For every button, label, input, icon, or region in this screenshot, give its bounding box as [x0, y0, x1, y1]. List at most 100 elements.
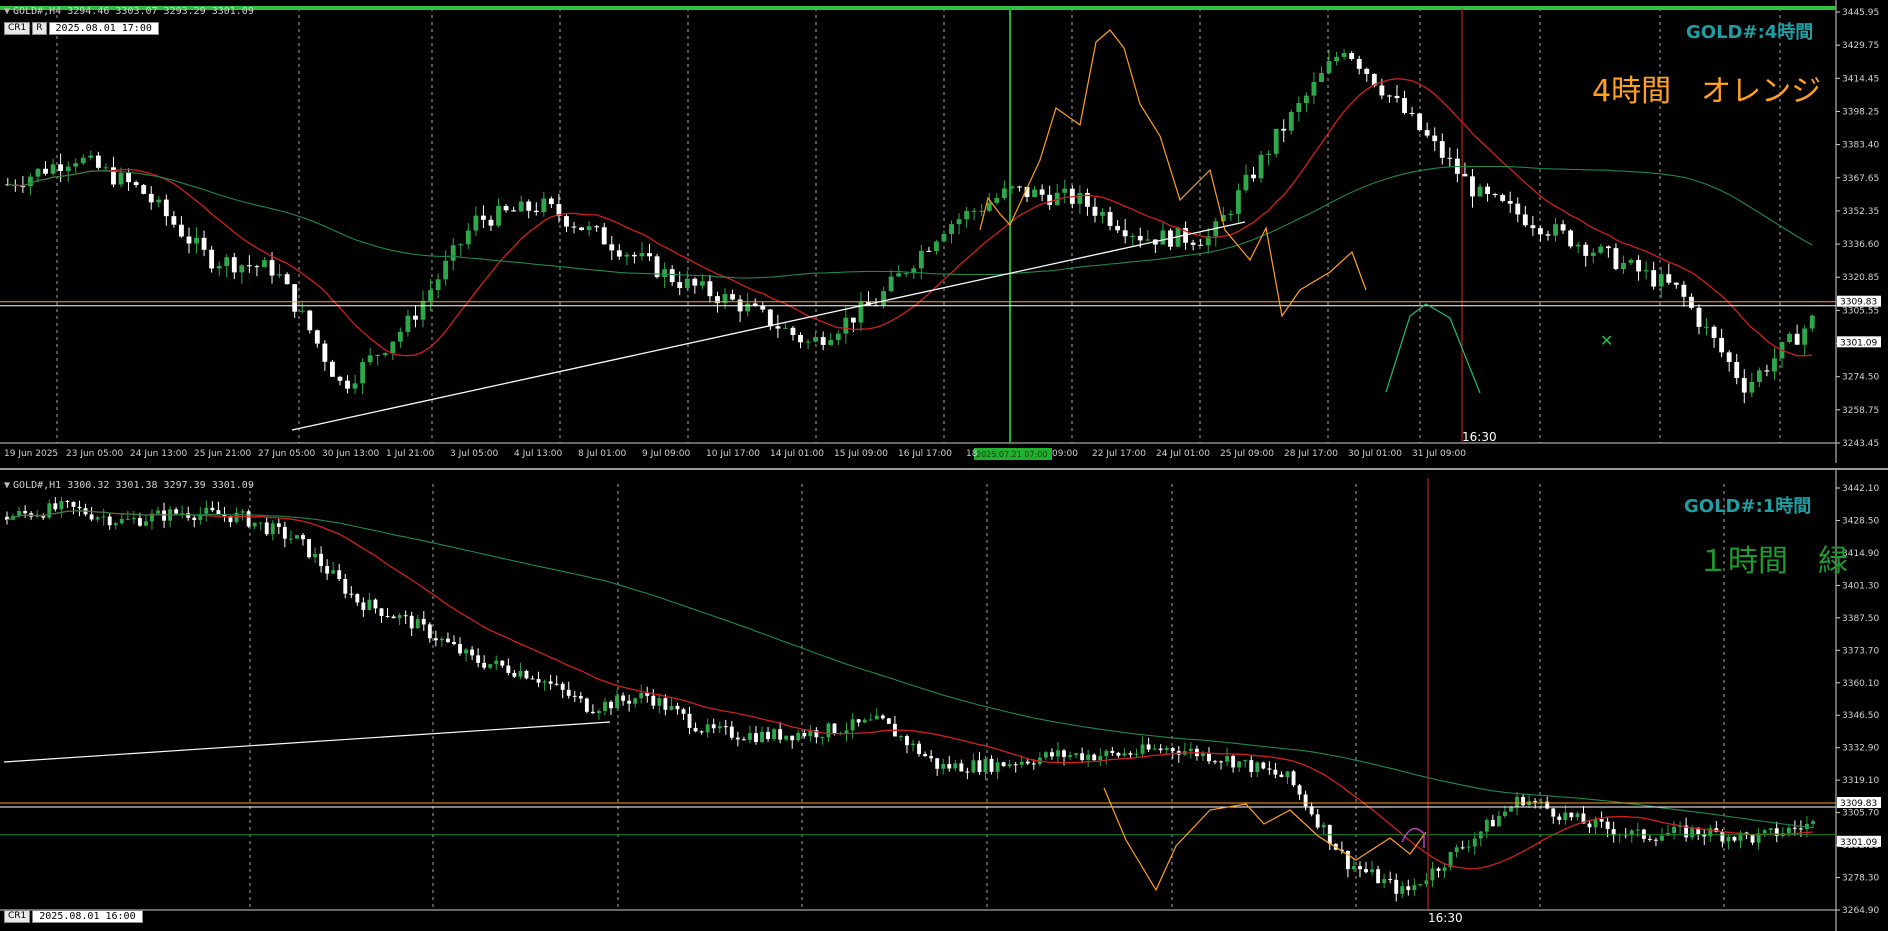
candle-body	[1726, 836, 1731, 842]
candle-body	[156, 199, 162, 203]
candle-body	[186, 236, 192, 244]
h4-header-text: GOLD#,H4 3294.46 3303.07 3293.29 3301.09	[13, 6, 254, 17]
candle-body	[204, 507, 209, 514]
candle-body	[651, 695, 656, 706]
price-tick-label: 3258.75	[1842, 406, 1879, 416]
candle-body	[1741, 378, 1747, 393]
candle-body	[699, 281, 705, 286]
candle-body	[669, 269, 675, 283]
price-tick-label: 3274.50	[1842, 373, 1879, 383]
candle-body	[476, 655, 481, 663]
price-tick-label: 3320.85	[1842, 273, 1879, 283]
candle-body	[1485, 186, 1490, 195]
candle-body	[1575, 813, 1580, 818]
candle-body	[1439, 141, 1445, 158]
candle-body	[1104, 750, 1109, 757]
candle-body	[1315, 814, 1320, 828]
time-tick-label: 1 Jul 21:00	[386, 449, 435, 459]
candle-body	[1388, 879, 1393, 881]
candle-body	[896, 273, 902, 277]
candle-body	[1719, 337, 1725, 353]
candle-body	[989, 758, 994, 772]
candle-body	[1557, 816, 1562, 820]
candle-body	[1243, 760, 1248, 762]
candle-body	[1047, 194, 1053, 205]
candle-body	[361, 602, 366, 610]
h1-chart-pane[interactable]: 3442.10 3428.50 3414.90 3401.30 3387.50 3373.…	[0, 468, 1888, 931]
candle-body	[1243, 174, 1249, 191]
candle-body	[1563, 812, 1568, 820]
candle-body	[427, 624, 432, 639]
candle-body	[367, 599, 372, 610]
candle-body	[473, 215, 479, 231]
candle-body	[624, 254, 630, 257]
candle-body	[639, 253, 645, 257]
candle-body	[1794, 333, 1800, 345]
candle-body	[1358, 866, 1362, 870]
candle-body	[760, 731, 764, 743]
candle-body	[1466, 846, 1471, 848]
price-tick-label: 3336.60	[1842, 240, 1879, 250]
price-tick-label: 3352.35	[1842, 207, 1879, 217]
candle-body	[1417, 113, 1423, 131]
candle-body	[949, 224, 954, 234]
candle-body	[941, 233, 947, 242]
candle-body	[850, 719, 855, 731]
candle-body	[1442, 867, 1447, 871]
candle-body	[1032, 189, 1037, 197]
candle-body	[292, 284, 298, 312]
candle-body	[647, 253, 652, 257]
price-tick-label: 3445.95	[1842, 8, 1879, 18]
r-label[interactable]: R	[32, 22, 47, 35]
candle-body	[1503, 811, 1507, 816]
candle-body	[526, 201, 532, 211]
candle-body	[1007, 764, 1012, 767]
candle-body	[560, 683, 565, 690]
candle-body	[1726, 352, 1732, 362]
price-tick-label: 3387.50	[1842, 614, 1879, 624]
candle-body	[850, 317, 856, 323]
candle-body	[918, 250, 924, 269]
candle-body	[971, 210, 977, 212]
candle-body	[1492, 194, 1498, 196]
candle-body	[735, 737, 740, 740]
candle-body	[1281, 128, 1287, 131]
candle-body	[1734, 361, 1740, 379]
candle-body	[926, 250, 932, 252]
candle-body	[1145, 239, 1151, 241]
candle-body	[349, 593, 354, 595]
candle-body	[571, 226, 577, 228]
price-tick-label: 3401.30	[1842, 581, 1879, 591]
candle-body	[711, 724, 716, 729]
candle-body	[1628, 259, 1634, 263]
candle-body	[481, 215, 486, 220]
candle-body	[796, 732, 801, 741]
candle-body	[533, 210, 539, 213]
cr1-label[interactable]: CR1	[4, 910, 31, 923]
candle-body	[133, 182, 139, 186]
candle-body	[1530, 225, 1536, 229]
collapse-triangle-icon[interactable]: ▼	[4, 6, 10, 17]
candle-body	[375, 354, 381, 356]
h1-chart-canvas[interactable]: 3442.103428.503414.903401.303387.503373.…	[0, 470, 1888, 931]
candle-body	[1587, 823, 1592, 828]
candle-body	[911, 743, 915, 746]
price-tick-label: 3360.10	[1842, 679, 1879, 689]
candle-body	[1533, 801, 1538, 803]
candle-body	[1019, 761, 1024, 765]
candle-body	[246, 511, 251, 527]
collapse-triangle-icon[interactable]: ▼	[4, 480, 10, 491]
candle-body	[428, 290, 433, 301]
candle-body	[299, 310, 305, 312]
candle-body	[705, 724, 710, 733]
candle-body	[1643, 270, 1649, 272]
cursor-time: 2025.08.01 16:00	[32, 910, 143, 923]
cr1-label[interactable]: CR1	[4, 22, 31, 35]
candle-body	[627, 700, 632, 704]
candle-body	[1311, 81, 1317, 96]
candle-body	[482, 662, 487, 668]
candle-body	[35, 168, 41, 177]
h1-cursor-bar: CR1 2025.08.01 16:00	[4, 910, 143, 923]
candle-body	[1207, 752, 1211, 762]
h4-chart-pane[interactable]: 3445.95 3429.75 3414.45 3398.25 3383.40 3367.…	[0, 0, 1888, 463]
